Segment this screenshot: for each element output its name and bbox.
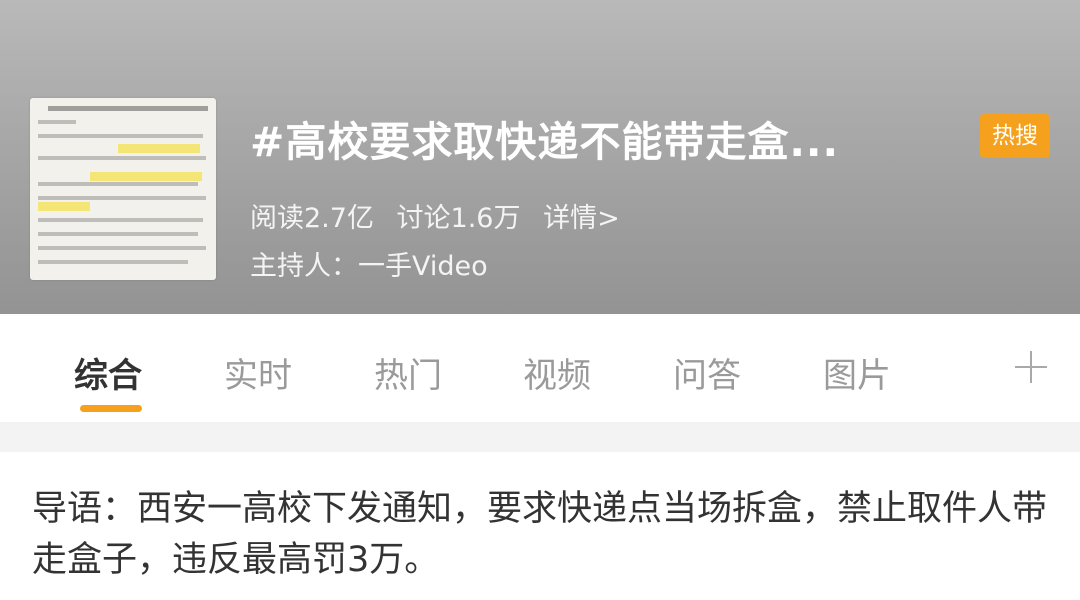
- doc-text-line: [38, 156, 206, 160]
- doc-text-line: [38, 218, 203, 222]
- active-tab-indicator: [80, 405, 142, 412]
- doc-text-line: [38, 232, 198, 236]
- doc-highlight: [118, 144, 200, 153]
- topic-host[interactable]: 主持人：一手Video: [250, 244, 488, 283]
- doc-text-line: [38, 260, 188, 264]
- discussion-count: 讨论1.6万: [396, 203, 521, 234]
- tab-qa[interactable]: 问答: [673, 348, 741, 397]
- tab-realtime[interactable]: 实时: [224, 348, 292, 397]
- topic-intro: 导语：西安一高校下发通知，要求快递点当场拆盒，禁止取件人带走盒子，违反最高罚3万…: [32, 489, 1048, 580]
- doc-text-line: [38, 246, 206, 250]
- section-divider: [0, 422, 1080, 452]
- tab-video[interactable]: 视频: [523, 348, 591, 397]
- doc-text-line: [38, 182, 198, 186]
- read-count: 阅读2.7亿: [250, 203, 374, 234]
- doc-text-line: [38, 134, 203, 138]
- details-link[interactable]: 详情>: [543, 203, 620, 234]
- topic-stats: 阅读2.7亿 讨论1.6万 详情>: [250, 196, 634, 235]
- doc-text-line: [38, 196, 206, 200]
- topic-header: #高校要求取快递不能带走盒... 热搜 阅读2.7亿 讨论1.6万 详情> 主持…: [0, 0, 1080, 314]
- topic-thumbnail-document[interactable]: [30, 98, 216, 280]
- topic-title: #高校要求取快递不能带走盒...: [250, 118, 840, 166]
- tab-comprehensive[interactable]: 综合: [74, 348, 142, 397]
- doc-text-line: [38, 120, 76, 124]
- doc-heading-line: [48, 106, 208, 111]
- tab-hot[interactable]: 热门: [374, 348, 442, 397]
- hot-search-badge: 热搜: [980, 114, 1050, 158]
- doc-highlight: [38, 202, 90, 211]
- doc-highlight: [90, 172, 202, 181]
- tab-bar: 综合 实时 热门 视频 问答 图片: [0, 314, 1080, 422]
- plus-icon[interactable]: [1012, 348, 1050, 386]
- tab-images[interactable]: 图片: [823, 348, 891, 397]
